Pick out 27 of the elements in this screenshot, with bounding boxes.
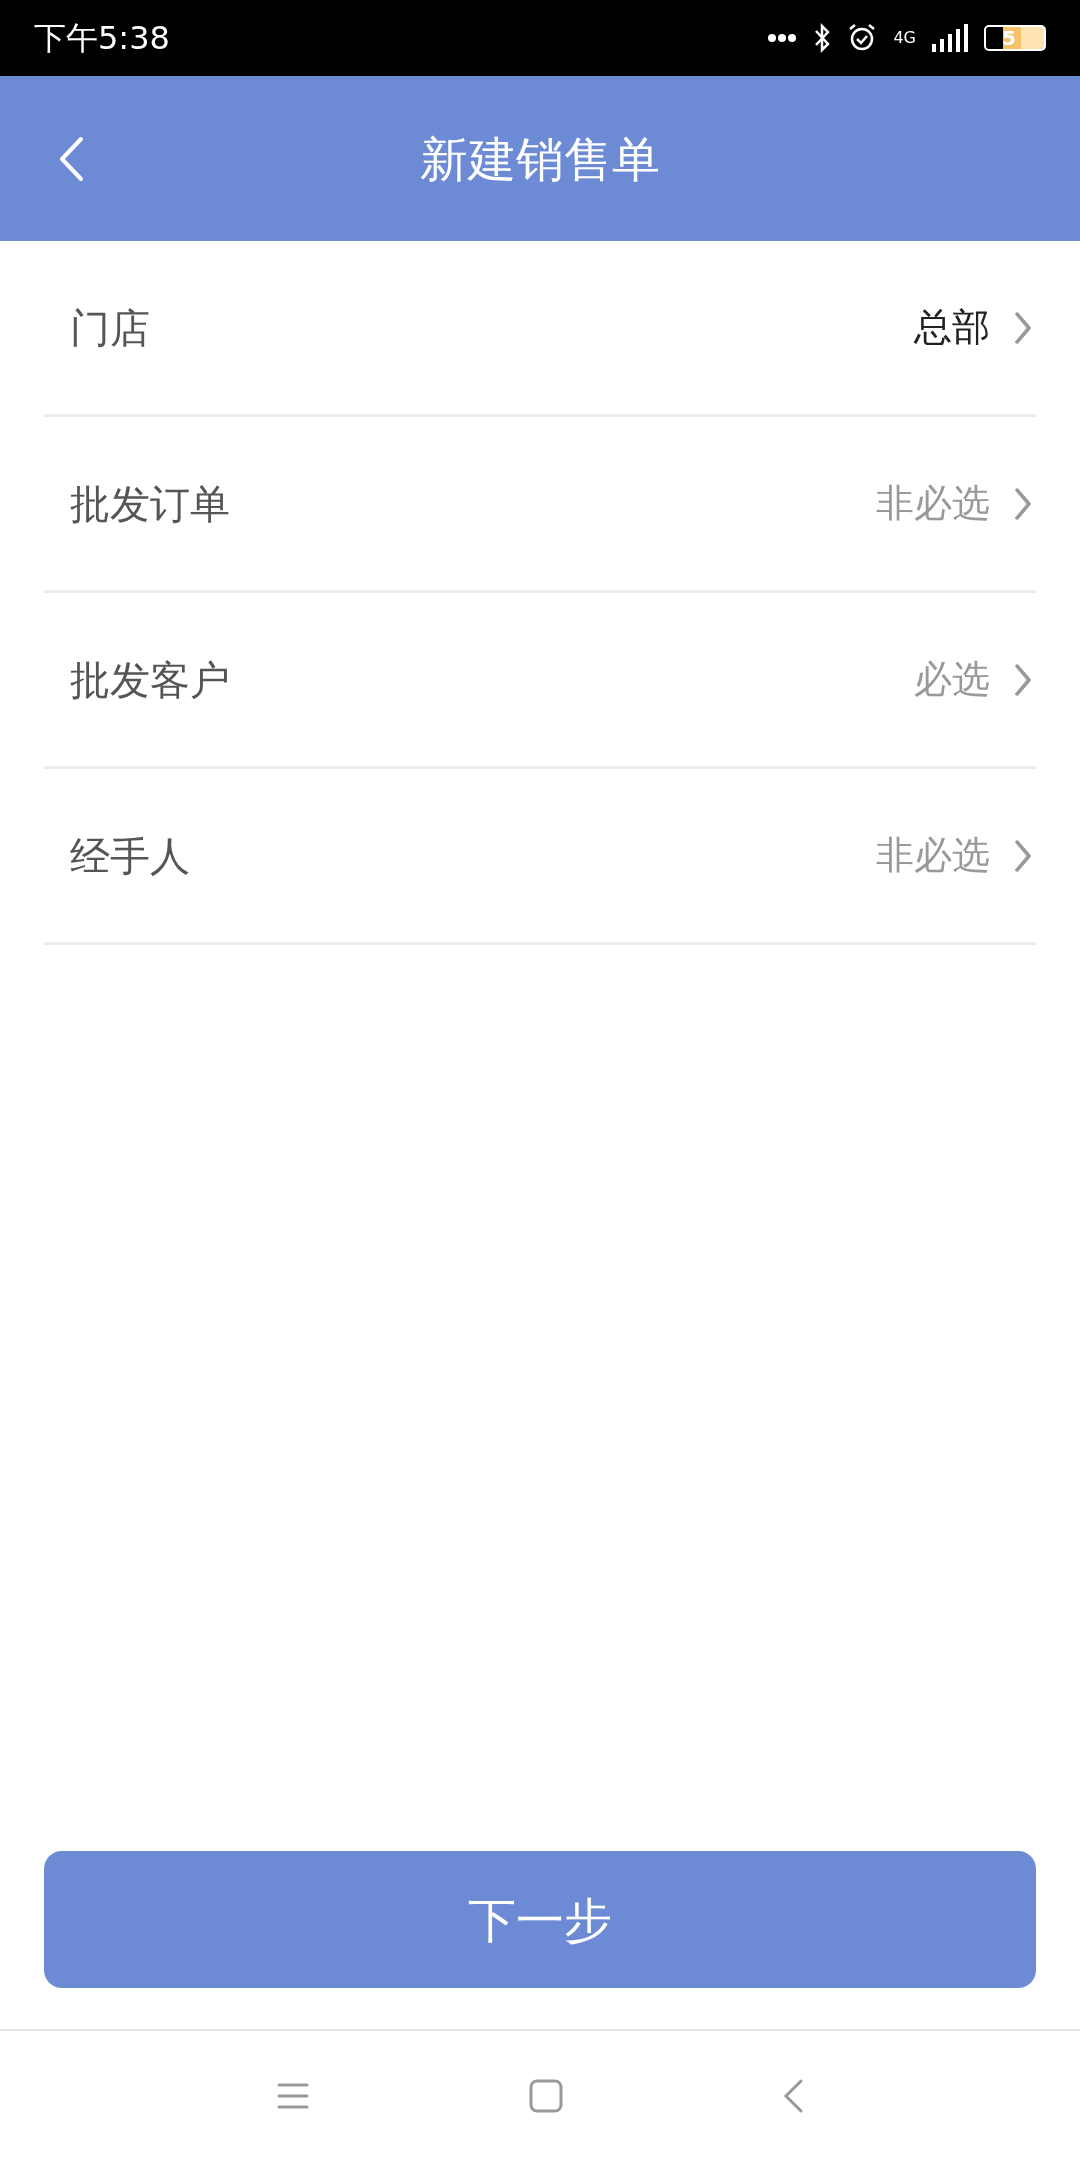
menu-icon[interactable] xyxy=(277,2081,309,2110)
page-title: 新建销售单 xyxy=(420,129,660,189)
bluetooth-icon xyxy=(813,23,832,53)
row-placeholder: 必选 xyxy=(914,656,990,703)
more-dots-icon xyxy=(767,33,798,43)
form-row[interactable]: 经手人 非必选 xyxy=(44,769,1036,945)
back-icon xyxy=(58,135,84,182)
chevron-right-icon xyxy=(1014,838,1032,873)
status-time: 下午5:38 xyxy=(34,18,170,59)
form-row[interactable]: 批发客户 必选 xyxy=(44,593,1036,769)
network-type: 4G xyxy=(893,30,916,46)
home-icon[interactable] xyxy=(529,2078,563,2113)
chevron-right-icon xyxy=(1014,310,1032,345)
form-row[interactable]: 批发订单 非必选 xyxy=(44,417,1036,593)
row-placeholder: 非必选 xyxy=(876,832,990,879)
form-row[interactable]: 门店 总部 xyxy=(44,241,1036,417)
row-label: 批发客户 xyxy=(70,655,230,705)
signal-icon xyxy=(932,24,968,52)
row-label: 经手人 xyxy=(70,831,190,881)
chevron-right-icon xyxy=(1014,486,1032,521)
back-icon[interactable] xyxy=(783,2078,803,2113)
battery-icon: 5 xyxy=(984,25,1046,51)
row-value: 总部 xyxy=(914,304,990,351)
row-label: 门店 xyxy=(70,303,150,353)
row-placeholder: 非必选 xyxy=(876,480,990,527)
chevron-right-icon xyxy=(1014,662,1032,697)
row-label: 批发订单 xyxy=(70,479,230,529)
